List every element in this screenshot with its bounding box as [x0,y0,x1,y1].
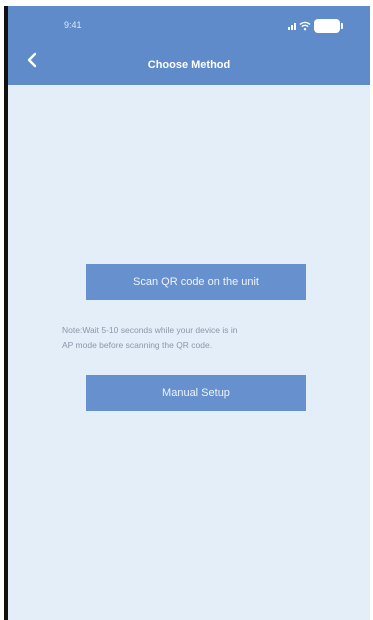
note-text: Note:Wait 5-10 seconds while your device… [62,323,312,353]
scan-qr-button[interactable]: Scan QR code on the unit [86,264,306,300]
status-time: 9:41 [64,20,82,30]
note-line-2: AP mode before scanning the QR code. [62,340,213,350]
note-line-1: Note:Wait 5-10 seconds while your device… [62,325,238,335]
status-icons [288,19,343,33]
signal-icon [288,22,296,30]
battery-icon [314,19,343,33]
screenshot-frame: 9:41 Choose Method Scan QR code on the u… [0,0,373,620]
page-title: Choose Method [147,59,231,71]
app-header: 9:41 Choose Method [8,6,370,85]
app-screen: 9:41 Choose Method Scan QR code on the u… [8,6,370,620]
manual-setup-button[interactable]: Manual Setup [86,375,306,411]
phone-bezel: 9:41 Choose Method Scan QR code on the u… [4,6,370,620]
wifi-icon [299,21,311,31]
